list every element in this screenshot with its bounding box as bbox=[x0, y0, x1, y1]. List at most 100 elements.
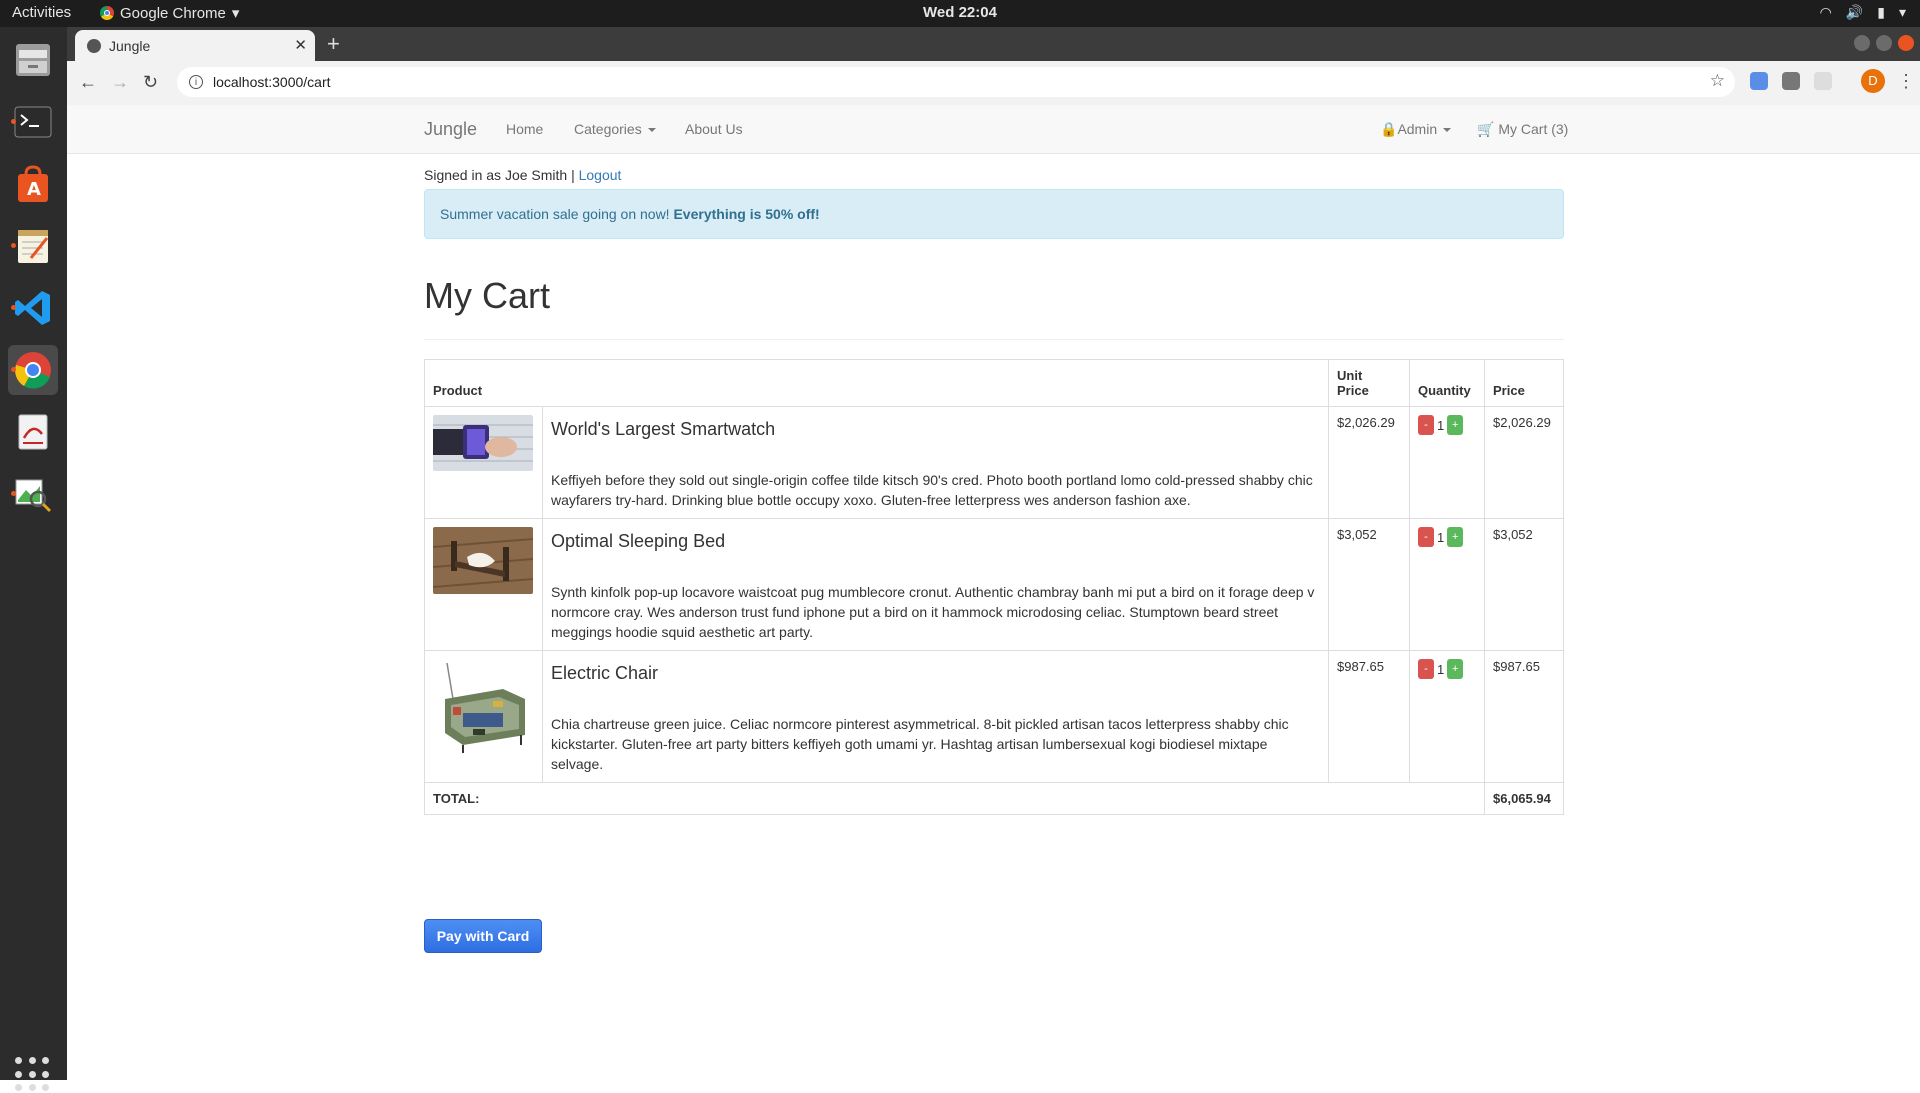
extension-icon[interactable] bbox=[1750, 72, 1768, 90]
close-window-button[interactable] bbox=[1898, 35, 1914, 51]
vscode-icon bbox=[15, 291, 50, 325]
globe-icon bbox=[87, 38, 101, 53]
unit-price: $3,052 bbox=[1328, 518, 1410, 651]
product-description: Keffiyeh before they sold out single-ori… bbox=[551, 472, 1313, 508]
increase-quantity-button[interactable]: + bbox=[1447, 415, 1464, 435]
vscode-launcher[interactable] bbox=[8, 283, 58, 333]
total-row: TOTAL: $6,065.94 bbox=[424, 782, 1564, 815]
brand-link[interactable]: Jungle bbox=[424, 119, 477, 140]
nav-categories-label: Categories bbox=[574, 121, 642, 137]
info-icon[interactable]: i bbox=[189, 75, 203, 89]
extension-icon[interactable] bbox=[1782, 72, 1800, 90]
activities-button[interactable]: Activities bbox=[12, 4, 71, 21]
header-quantity: Quantity bbox=[1409, 359, 1485, 407]
tab-strip: Jungle ✕ + bbox=[67, 27, 1920, 61]
nav-admin[interactable]: 🔒Admin bbox=[1380, 121, 1452, 138]
nav-about[interactable]: About Us bbox=[685, 121, 743, 137]
software-launcher[interactable]: A bbox=[8, 159, 58, 209]
system-top-bar: Activities Google Chrome ▾ Wed 22:04 ◠ 🔊… bbox=[0, 0, 1920, 27]
app-menu[interactable]: Google Chrome ▾ bbox=[100, 4, 239, 22]
increase-quantity-button[interactable]: + bbox=[1447, 659, 1464, 679]
more-menu-icon[interactable]: ⋮ bbox=[1897, 71, 1915, 92]
system-tray[interactable]: ◠ 🔊 ▮ ▾ bbox=[1820, 4, 1906, 21]
image-viewer-launcher[interactable] bbox=[8, 469, 58, 519]
decrease-quantity-button[interactable]: - bbox=[1418, 415, 1434, 435]
close-icon[interactable]: ✕ bbox=[294, 36, 307, 54]
product-description: Chia chartreuse green juice. Celiac norm… bbox=[551, 716, 1289, 772]
quantity-value: 1 bbox=[1437, 529, 1445, 545]
software-bag-icon: A bbox=[18, 165, 48, 202]
bookmark-star-icon[interactable]: ☆ bbox=[1710, 71, 1725, 91]
running-indicator bbox=[11, 119, 16, 124]
product-name[interactable]: World's Largest Smartwatch bbox=[551, 419, 1320, 440]
nav-home[interactable]: Home bbox=[506, 121, 543, 137]
product-image-cell bbox=[424, 650, 543, 783]
pdf-viewer-launcher[interactable] bbox=[8, 407, 58, 457]
show-apps-icon[interactable] bbox=[15, 1057, 51, 1093]
product-name[interactable]: Electric Chair bbox=[551, 663, 1320, 684]
logout-link[interactable]: Logout bbox=[579, 167, 622, 183]
caret-down-icon bbox=[647, 128, 656, 133]
caret-down-icon bbox=[1443, 128, 1452, 133]
profile-avatar[interactable]: D bbox=[1861, 69, 1885, 93]
page-title: My Cart bbox=[424, 275, 550, 316]
nav-cart[interactable]: 🛒 My Cart (3) bbox=[1477, 121, 1568, 138]
address-bar[interactable]: i localhost:3000/cart ☆ bbox=[177, 67, 1735, 97]
tab-jungle[interactable]: Jungle ✕ bbox=[75, 30, 315, 61]
notepad-icon bbox=[18, 230, 49, 263]
table-row: Optimal Sleeping Bed Synth kinfolk pop-u… bbox=[424, 518, 1564, 651]
header-unit-price: Unit Price bbox=[1328, 359, 1410, 407]
chrome-launcher[interactable] bbox=[8, 345, 58, 395]
chrome-icon bbox=[15, 352, 51, 389]
header-unit-price-line2: Price bbox=[1337, 383, 1369, 398]
dock: A bbox=[0, 27, 67, 1092]
clock[interactable]: Wed 22:04 bbox=[923, 4, 997, 21]
product-image-bed[interactable] bbox=[433, 527, 533, 594]
running-indicator bbox=[11, 243, 16, 248]
web-page: Jungle Home Categories About Us 🔒Admin 🛒… bbox=[67, 105, 1920, 1080]
decrease-quantity-button[interactable]: - bbox=[1418, 659, 1434, 679]
terminal-icon bbox=[14, 106, 52, 138]
unit-price: $2,026.29 bbox=[1328, 406, 1410, 519]
url-text: localhost:3000/cart bbox=[213, 74, 331, 90]
product-image-smartwatch[interactable] bbox=[433, 415, 533, 471]
nav-categories[interactable]: Categories bbox=[574, 121, 656, 137]
line-price: $987.65 bbox=[1484, 650, 1564, 783]
product-description: Synth kinfolk pop-up locavore waistcoat … bbox=[551, 584, 1315, 640]
reload-icon[interactable]: ↻ bbox=[143, 72, 158, 93]
product-name[interactable]: Optimal Sleeping Bed bbox=[551, 531, 1320, 552]
maximize-button[interactable] bbox=[1876, 35, 1892, 51]
chrome-icon bbox=[100, 6, 114, 20]
nav-admin-label: Admin bbox=[1397, 121, 1438, 137]
running-indicator bbox=[11, 305, 16, 310]
sale-alert: Summer vacation sale going on now! Every… bbox=[424, 189, 1564, 239]
file-cabinet-icon bbox=[16, 44, 50, 76]
alert-text: Summer vacation sale going on now! bbox=[440, 206, 670, 222]
quantity-stepper: -1 + bbox=[1409, 518, 1485, 651]
terminal-launcher[interactable] bbox=[8, 97, 58, 147]
minimize-button[interactable] bbox=[1854, 35, 1870, 51]
signed-in-line: Signed in as Joe Smith | Logout bbox=[424, 167, 1564, 183]
pay-with-card-button[interactable]: Pay with Card bbox=[424, 919, 542, 953]
header-product: Product bbox=[424, 359, 1329, 407]
table-header-row: Product Unit Price Quantity Price bbox=[424, 359, 1564, 407]
decrease-quantity-button[interactable]: - bbox=[1418, 527, 1434, 547]
table-row: World's Largest Smartwatch Keffiyeh befo… bbox=[424, 406, 1564, 519]
forward-icon[interactable]: → bbox=[111, 72, 129, 93]
browser-window: Jungle ✕ + ← → ↻ i localhost:3000/cart ☆… bbox=[67, 27, 1920, 1080]
text-editor-launcher[interactable] bbox=[8, 221, 58, 271]
table-row: Electric Chair Chia chartreuse green jui… bbox=[424, 650, 1564, 783]
back-icon[interactable]: ← bbox=[79, 72, 97, 93]
new-tab-button[interactable]: + bbox=[327, 31, 340, 57]
files-launcher[interactable] bbox=[8, 35, 58, 85]
product-image-chair[interactable] bbox=[433, 659, 533, 759]
unit-price: $987.65 bbox=[1328, 650, 1410, 783]
line-price: $3,052 bbox=[1484, 518, 1564, 651]
extension-icon[interactable] bbox=[1814, 72, 1832, 90]
total-value: $6,065.94 bbox=[1484, 782, 1564, 815]
increase-quantity-button[interactable]: + bbox=[1447, 527, 1464, 547]
total-label: TOTAL: bbox=[424, 782, 1485, 815]
header-price: Price bbox=[1484, 359, 1564, 407]
site-navbar: Jungle Home Categories About Us 🔒Admin 🛒… bbox=[67, 105, 1920, 154]
product-info-cell: World's Largest Smartwatch Keffiyeh befo… bbox=[542, 406, 1329, 519]
